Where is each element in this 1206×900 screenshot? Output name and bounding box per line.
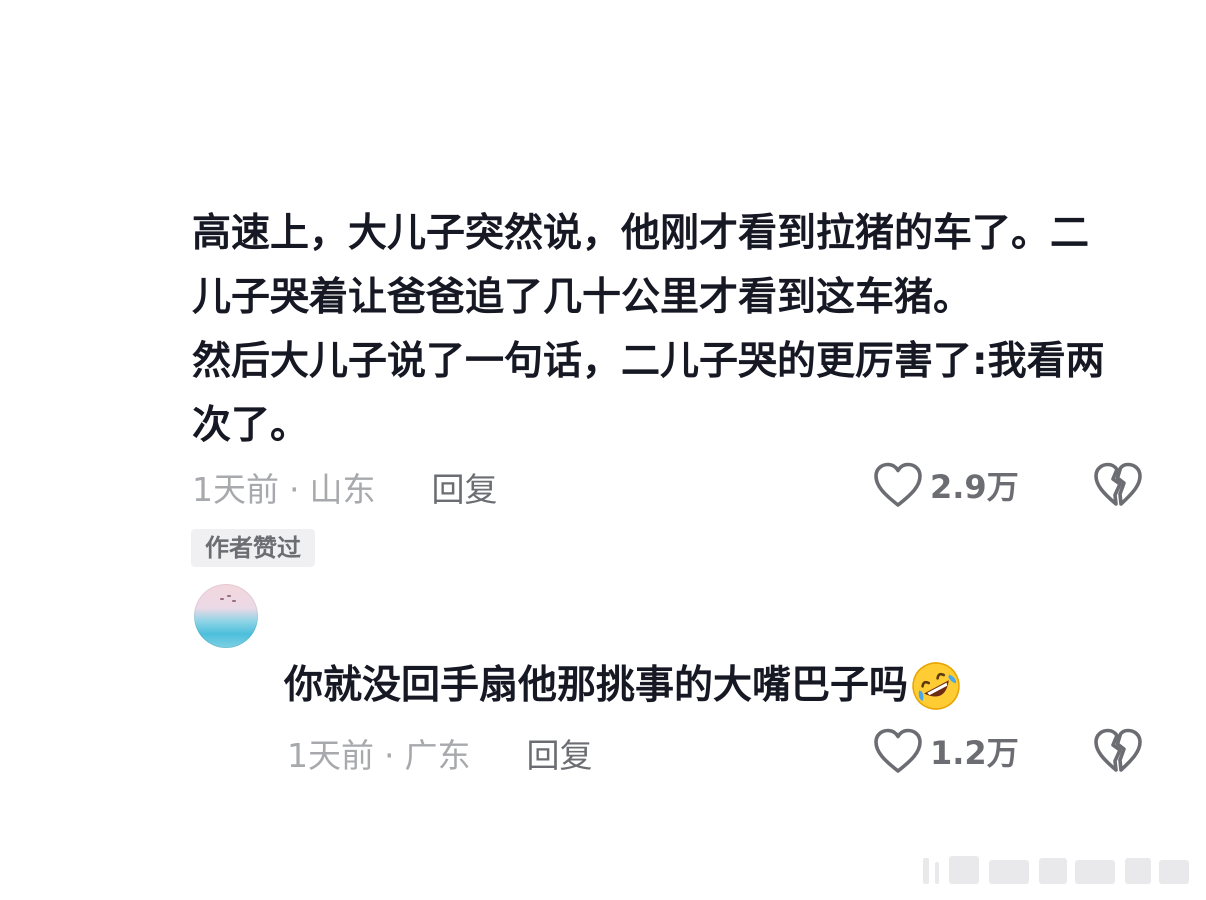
comment-timestamp: 1天前 · 山东 — [192, 463, 376, 511]
avatar-decoration — [220, 598, 224, 600]
heart-icon — [872, 461, 924, 509]
reply-text: 你就没回手扇他那挑事的大嘴巴子吗 — [284, 654, 962, 718]
avatar-decoration — [232, 600, 236, 602]
broken-heart-icon — [1092, 461, 1144, 509]
meta-separator: · — [289, 470, 300, 509]
comment-location: 山东 — [309, 470, 376, 509]
comment-line: 次了。 — [192, 403, 310, 448]
comment-line: 然后大儿子说了一句话，二儿子哭的更厉害了:我看两 — [192, 339, 1105, 384]
author-liked-badge: 作者赞过 — [191, 529, 315, 567]
reply-meta: 1天前 · 广东 回复 — [287, 729, 593, 777]
reply-time: 1天前 — [287, 736, 374, 775]
reply-location: 广东 — [404, 736, 471, 775]
avatar[interactable] — [194, 584, 258, 648]
heart-icon — [872, 727, 924, 775]
reply-reply-button[interactable]: 回复 — [527, 729, 593, 777]
rolling-on-floor-laughing-emoji — [910, 660, 962, 712]
comment-like-button[interactable]: 2.9万 — [872, 461, 1019, 509]
comment-line: 高速上，大儿子突然说，他刚才看到拉猪的车了。二 — [192, 211, 1090, 256]
comment-text: 高速上，大儿子突然说，他刚才看到拉猪的车了。二 儿子哭着让爸爸追了几十公里才看到… — [192, 202, 1152, 458]
reply-like-button[interactable]: 1.2万 — [872, 727, 1019, 775]
avatar-decoration — [227, 595, 231, 597]
comment-dislike-button[interactable] — [1092, 461, 1144, 509]
watermark — [915, 852, 1195, 888]
reply-like-count: 1.2万 — [930, 734, 1019, 772]
comment-like-count: 2.9万 — [930, 468, 1019, 506]
comment-time: 1天前 — [192, 470, 279, 509]
comment-meta: 1天前 · 山东 回复 — [192, 463, 498, 511]
reply-timestamp: 1天前 · 广东 — [287, 729, 471, 777]
meta-separator: · — [384, 736, 395, 775]
reply-dislike-button[interactable] — [1092, 727, 1144, 775]
comment-line: 儿子哭着让爸爸追了几十公里才看到这车猪。 — [192, 275, 973, 320]
comment-reply-button[interactable]: 回复 — [432, 463, 498, 511]
reply-content: 你就没回手扇他那挑事的大嘴巴子吗 — [284, 663, 909, 708]
broken-heart-icon — [1092, 727, 1144, 775]
